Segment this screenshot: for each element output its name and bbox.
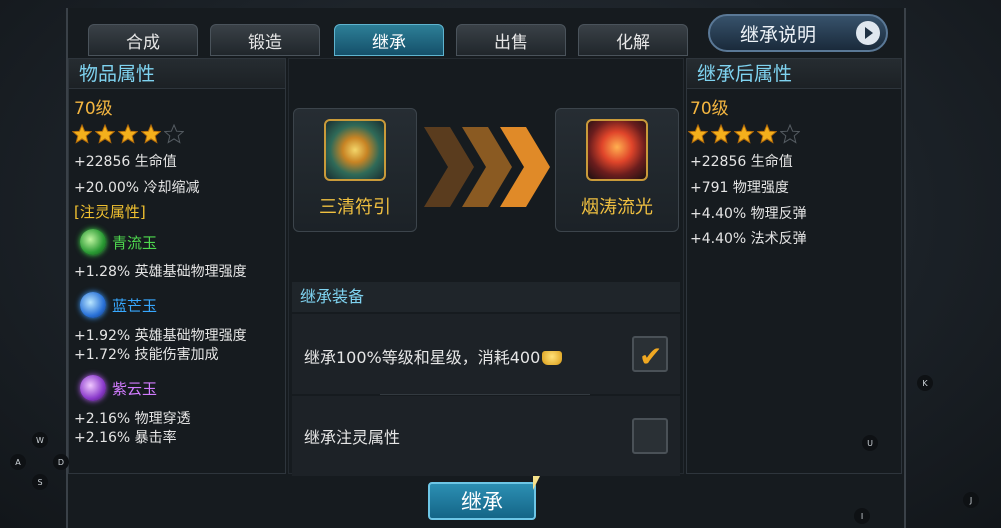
item-stat: +20.00% 冷却缩减 bbox=[74, 180, 200, 196]
inherit-help-button[interactable]: 继承说明 bbox=[708, 14, 888, 52]
inherit-button[interactable]: 继承 bbox=[428, 482, 536, 520]
purple-jade-gem-icon bbox=[80, 375, 106, 401]
gem-name: 蓝芒玉 bbox=[112, 297, 158, 315]
star-filled-icon bbox=[117, 123, 139, 144]
after-stat: +22856 生命值 bbox=[690, 154, 793, 170]
option-divider bbox=[380, 394, 590, 395]
talisman-icon bbox=[324, 119, 386, 181]
key-hint: W bbox=[32, 432, 48, 448]
star-filled-icon bbox=[71, 123, 93, 144]
gem-stat: +2.16% 暴击率 bbox=[74, 430, 177, 446]
star-empty-icon bbox=[163, 123, 185, 144]
checkmark-icon: ✔ bbox=[639, 340, 663, 373]
gem-stat: +1.92% 英雄基础物理强度 bbox=[74, 328, 247, 344]
gem-name: 青流玉 bbox=[112, 234, 158, 252]
target-item-name: 烟涛流光 bbox=[581, 197, 653, 218]
item-attributes-title: 物品属性 bbox=[69, 59, 285, 89]
star-filled-icon bbox=[94, 123, 116, 144]
tab-forge[interactable]: 锻造 bbox=[210, 24, 320, 56]
transfer-arrows-icon bbox=[424, 127, 550, 207]
mouse-cursor-icon bbox=[533, 476, 540, 490]
help-button-label: 继承说明 bbox=[740, 23, 817, 46]
item-stat: +22856 生命值 bbox=[74, 154, 177, 170]
green-jade-gem-icon bbox=[80, 229, 106, 255]
target-item-slot[interactable]: 烟涛流光 bbox=[555, 108, 679, 232]
inherit-infuse-label: 继承注灵属性 bbox=[304, 428, 401, 447]
star-filled-icon bbox=[756, 123, 778, 144]
gem-name: 紫云玉 bbox=[112, 380, 158, 398]
after-stat: +4.40% 物理反弹 bbox=[690, 206, 807, 222]
inherit-section-title: 继承装备 bbox=[292, 282, 680, 312]
inherit-infuse-checkbox[interactable] bbox=[632, 418, 668, 454]
gem-stat: +1.72% 技能伤害加成 bbox=[74, 347, 219, 363]
after-stat: +4.40% 法术反弹 bbox=[690, 231, 807, 247]
gold-ingot-icon bbox=[542, 351, 563, 365]
key-hint: S bbox=[32, 474, 48, 490]
gem-stat: +1.28% 英雄基础物理强度 bbox=[74, 264, 247, 280]
inherit-level-option[interactable]: 继承100%等级和星级，消耗400 ✔ bbox=[292, 314, 680, 394]
tab-dismantle[interactable]: 化解 bbox=[578, 24, 688, 56]
gem-stat: +2.16% 物理穿透 bbox=[74, 411, 191, 427]
key-hint: K bbox=[917, 375, 933, 391]
source-item-slot[interactable]: 三清符引 bbox=[293, 108, 417, 232]
key-hint: A bbox=[10, 454, 26, 470]
item-level: 70级 bbox=[74, 99, 113, 119]
key-hint: U bbox=[862, 435, 878, 451]
inherit-level-checkbox[interactable]: ✔ bbox=[632, 336, 668, 373]
inherit-level-text: 继承100%等级和星级，消耗400 bbox=[304, 348, 541, 367]
amulet-icon bbox=[586, 119, 648, 181]
star-filled-icon bbox=[687, 123, 709, 144]
after-inherit-panel: 继承后属性 bbox=[686, 58, 902, 474]
tab-inherit[interactable]: 继承 bbox=[334, 24, 444, 56]
tab-sell[interactable]: 出售 bbox=[456, 24, 566, 56]
after-stat: +791 物理强度 bbox=[690, 180, 789, 196]
key-hint: J bbox=[963, 492, 979, 508]
after-inherit-title: 继承后属性 bbox=[687, 59, 901, 89]
star-filled-icon bbox=[710, 123, 732, 144]
key-hint: D bbox=[53, 454, 69, 470]
after-star-rating bbox=[687, 123, 801, 144]
item-star-rating bbox=[71, 123, 185, 144]
inherit-infuse-option[interactable]: 继承注灵属性 bbox=[292, 396, 680, 476]
after-level: 70级 bbox=[690, 99, 729, 119]
infuse-header: [注灵属性] bbox=[74, 203, 146, 221]
star-filled-icon bbox=[140, 123, 162, 144]
inherit-level-label: 继承100%等级和星级，消耗400 bbox=[304, 344, 563, 368]
star-filled-icon bbox=[733, 123, 755, 144]
source-item-name: 三清符引 bbox=[319, 197, 391, 218]
blue-jade-gem-icon bbox=[80, 292, 106, 318]
key-hint: I bbox=[854, 508, 870, 524]
tab-synthesize[interactable]: 合成 bbox=[88, 24, 198, 56]
play-icon bbox=[856, 21, 880, 45]
star-empty-icon bbox=[779, 123, 801, 144]
